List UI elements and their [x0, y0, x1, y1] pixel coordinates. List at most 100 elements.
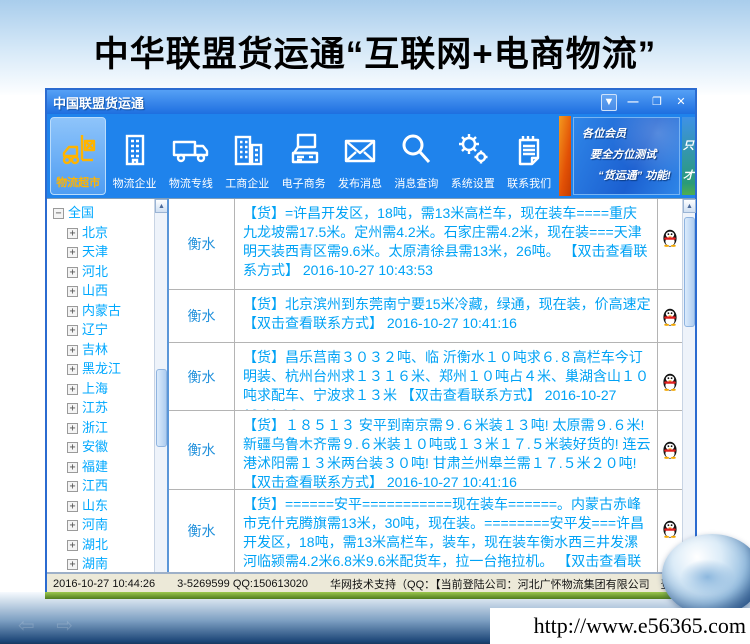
message-row[interactable]: 衡水【货】=许昌开发区，18吨，需13米高栏车，现在装车====重庆九龙坡需17… — [169, 199, 682, 290]
tree-item[interactable]: + 山东 — [53, 496, 167, 516]
tree-item-label[interactable]: 浙江 — [82, 420, 108, 435]
expand-icon[interactable]: + — [67, 403, 78, 414]
tree-item-label[interactable]: 内蒙古 — [82, 303, 121, 318]
message-text: 【货】北京滨州到东莞南宁要15米冷藏，绿通，现在装，价高速定 【双击查看联系方式… — [235, 290, 658, 342]
expand-icon[interactable]: + — [67, 364, 78, 375]
tree-item[interactable]: + 福建 — [53, 457, 167, 477]
tree-item-label[interactable]: 黑龙江 — [82, 361, 121, 376]
expand-icon[interactable]: + — [67, 286, 78, 297]
building-icon — [115, 125, 155, 175]
minimize-icon[interactable]: — — [625, 95, 641, 110]
tree-item-label[interactable]: 安徽 — [82, 439, 108, 454]
message-row[interactable]: 衡水【货】１８５１３ 安平到南京需９.６米装１３吨! 太原需９.６米! 新疆乌鲁… — [169, 411, 682, 490]
tree-item-label[interactable]: 吉林 — [82, 342, 108, 357]
expand-icon[interactable]: + — [67, 559, 78, 570]
tree-item[interactable]: + 安徽 — [53, 437, 167, 457]
list-scrollbar[interactable]: ▲ ▼ — [682, 199, 695, 572]
forklift-icon — [56, 124, 100, 174]
location-cell: 衡水 — [169, 343, 235, 410]
content-area: −全国 + 北京 + 天津 + 河北 + 山西 + 内蒙古 + 辽宁 + 吉林 + 黑龙江 + 上海 + 江苏 + 浙江 + 安… — [47, 198, 695, 572]
tree-item[interactable]: + 上海 — [53, 379, 167, 399]
tree-item[interactable]: + 北京 — [53, 223, 167, 243]
tree-item[interactable]: + 江苏 — [53, 398, 167, 418]
message-row[interactable]: 衡水【货】======安平===========现在装车======。内蒙古赤峰… — [169, 490, 682, 572]
window-title: 中国联盟货运通 — [53, 93, 601, 112]
tree-item-label[interactable]: 江西 — [82, 478, 108, 493]
scroll-up-icon[interactable]: ▲ — [683, 199, 696, 213]
tree-item-label[interactable]: 河南 — [82, 517, 108, 532]
toolbar: 物流超市物流企业物流专线工商企业电子商务发布消息消息查询系统设置联系我们 各位会… — [47, 114, 695, 198]
message-row[interactable]: 衡水【货】昌乐莒南３０３２吨、临 沂衡水１０吨求６.８高栏车今订明装、杭州台州求… — [169, 343, 682, 411]
tree-item[interactable]: + 山西 — [53, 281, 167, 301]
scrollbar-thumb[interactable] — [684, 217, 695, 327]
expand-icon[interactable]: + — [67, 540, 78, 551]
collapse-icon[interactable]: − — [53, 208, 64, 219]
tree-item[interactable]: + 湖北 — [53, 535, 167, 555]
dropdown-icon[interactable]: ▼ — [601, 94, 617, 111]
tree-item[interactable]: −全国 — [53, 203, 167, 223]
region-tree: −全国 + 北京 + 天津 + 河北 + 山西 + 内蒙古 + 辽宁 + 吉林 + 黑龙江 + 上海 + 江苏 + 浙江 + 安… — [53, 203, 167, 572]
tree-item[interactable]: + 浙江 — [53, 418, 167, 438]
url-banner: http://www.e56365.com — [490, 608, 750, 644]
tree-item-label[interactable]: 天津 — [82, 244, 108, 259]
tree-item-label[interactable]: 福建 — [82, 459, 108, 474]
toolbar-item-5[interactable]: 电子商务 — [275, 117, 331, 195]
expand-icon[interactable]: + — [67, 306, 78, 317]
tree-scrollbar[interactable]: ▲ — [154, 199, 167, 572]
tree-item-label[interactable]: 湖北 — [82, 537, 108, 552]
toolbar-item-7[interactable]: 消息查询 — [388, 117, 444, 195]
tree-item-label[interactable]: 北京 — [82, 225, 108, 240]
tree-item[interactable]: + 黑龙江 — [53, 359, 167, 379]
status-time: 2016-10-27 10:44:26 — [53, 578, 155, 590]
toolbar-item-8[interactable]: 系统设置 — [445, 117, 501, 195]
qq-contact-icon[interactable] — [658, 290, 682, 342]
tree-item[interactable]: + 河南 — [53, 515, 167, 535]
gear-icon — [453, 125, 493, 175]
toolbar-item-label: 工商企业 — [225, 175, 269, 191]
expand-icon[interactable]: + — [67, 442, 78, 453]
expand-icon[interactable]: + — [67, 325, 78, 336]
tree-item[interactable]: + 辽宁 — [53, 320, 167, 340]
qq-contact-icon[interactable] — [658, 343, 682, 410]
tree-item-label[interactable]: 上海 — [82, 381, 108, 396]
toolbar-item-3[interactable]: 物流专线 — [163, 117, 219, 195]
expand-icon[interactable]: + — [67, 384, 78, 395]
expand-icon[interactable]: + — [67, 520, 78, 531]
toolbar-item-label: 消息查询 — [394, 175, 438, 191]
expand-icon[interactable]: + — [67, 423, 78, 434]
toolbar-item-6[interactable]: 发布消息 — [332, 117, 388, 195]
search-icon — [396, 125, 436, 175]
toolbar-item-1[interactable]: 物流超市 — [50, 117, 106, 195]
expand-icon[interactable]: + — [67, 228, 78, 239]
tree-item-label[interactable]: 山东 — [82, 498, 108, 513]
tree-item[interactable]: + 内蒙古 — [53, 301, 167, 321]
qq-contact-icon[interactable] — [658, 199, 682, 289]
expand-icon[interactable]: + — [67, 481, 78, 492]
scroll-up-icon[interactable]: ▲ — [155, 199, 168, 213]
tree-item[interactable]: + 湖南 — [53, 554, 167, 572]
expand-icon[interactable]: + — [67, 345, 78, 356]
region-tree-panel: −全国 + 北京 + 天津 + 河北 + 山西 + 内蒙古 + 辽宁 + 吉林 + 黑龙江 + 上海 + 江苏 + 浙江 + 安… — [47, 199, 169, 572]
tree-item-label[interactable]: 湖南 — [82, 556, 108, 571]
toolbar-item-2[interactable]: 物流企业 — [106, 117, 162, 195]
expand-icon[interactable]: + — [67, 267, 78, 278]
tree-item-label[interactable]: 全国 — [68, 205, 94, 220]
expand-icon[interactable]: + — [67, 501, 78, 512]
expand-icon[interactable]: + — [67, 247, 78, 258]
maximize-icon[interactable]: ❐ — [649, 95, 665, 110]
toolbar-item-9[interactable]: 联系我们 — [501, 117, 557, 195]
tree-item[interactable]: + 吉林 — [53, 340, 167, 360]
toolbar-item-4[interactable]: 工商企业 — [219, 117, 275, 195]
tree-item-label[interactable]: 辽宁 — [82, 322, 108, 337]
tree-item[interactable]: + 河北 — [53, 262, 167, 282]
close-icon[interactable]: ✕ — [673, 95, 689, 110]
message-row[interactable]: 衡水【货】北京滨州到东莞南宁要15米冷藏，绿通，现在装，价高速定 【双击查看联系… — [169, 290, 682, 343]
tree-item-label[interactable]: 江苏 — [82, 400, 108, 415]
qq-contact-icon[interactable] — [658, 411, 682, 489]
expand-icon[interactable]: + — [67, 462, 78, 473]
tree-item[interactable]: + 江西 — [53, 476, 167, 496]
tree-item-label[interactable]: 河北 — [82, 264, 108, 279]
tree-item-label[interactable]: 山西 — [82, 283, 108, 298]
tree-item[interactable]: + 天津 — [53, 242, 167, 262]
scrollbar-thumb[interactable] — [156, 369, 167, 447]
